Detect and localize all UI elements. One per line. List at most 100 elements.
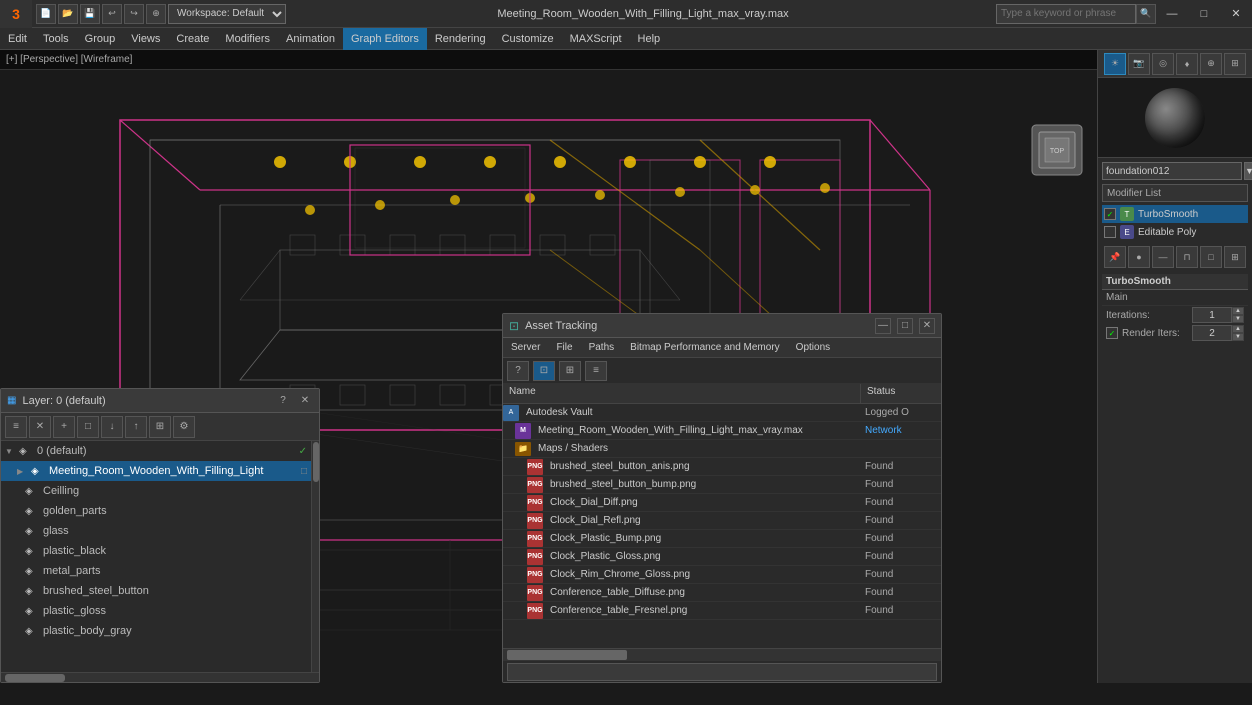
menu-tools[interactable]: Tools <box>35 28 77 50</box>
asset-list-btn[interactable]: ≡ <box>585 361 607 381</box>
asset-row-file3[interactable]: PNG Clock_Dial_Refl.png Found <box>503 512 941 530</box>
mod-vertex-btn[interactable]: ● <box>1128 246 1150 268</box>
rt-camera-btn[interactable]: 📷 <box>1128 53 1150 75</box>
search-input[interactable] <box>996 4 1136 24</box>
render-iters-down[interactable]: ▼ <box>1232 333 1244 341</box>
layers-move-down-btn[interactable]: ↓ <box>101 416 123 438</box>
asset-row-file0[interactable]: PNG brushed_steel_button_anis.png Found <box>503 458 941 476</box>
workspace-select[interactable]: Workspace: Default <box>168 4 286 24</box>
asset-row-file5[interactable]: PNG Clock_Plastic_Gloss.png Found <box>503 548 941 566</box>
modifier-dropdown-btn[interactable]: ▼ <box>1244 162 1252 180</box>
asset-menu-bitmap[interactable]: Bitmap Performance and Memory <box>622 338 788 358</box>
menu-rendering[interactable]: Rendering <box>427 28 494 50</box>
layers-list-btn[interactable]: ≡ <box>5 416 27 438</box>
layers-hscrollbar[interactable] <box>1 672 319 682</box>
layer-row-ceilling[interactable]: ◈ Ceilling <box>1 481 311 501</box>
layer-row-default[interactable]: ▼ ◈ 0 (default) ✓ <box>1 441 311 461</box>
layer-row-glass[interactable]: ◈ glass <box>1 521 311 541</box>
layer-row-plastic-body[interactable]: ◈ plastic_body_gray <box>1 621 311 641</box>
viewport[interactable]: [+] [Perspective] [Wireframe] Total Poly… <box>0 50 1097 683</box>
maximize-btn[interactable]: □ <box>1188 0 1220 28</box>
modifier-entry-turbosmooth[interactable]: ✓ T TurboSmooth <box>1102 205 1248 223</box>
iterations-input[interactable] <box>1192 307 1232 323</box>
asset-maximize-btn[interactable]: □ <box>897 318 913 334</box>
layers-header[interactable]: ▦ Layer: 0 (default) ? ✕ <box>1 389 319 413</box>
layers-close-btn[interactable]: ✕ <box>297 393 313 409</box>
mod-edge-btn[interactable]: — <box>1152 246 1174 268</box>
search-btn[interactable]: 🔍 <box>1136 4 1156 24</box>
layers-delete-btn[interactable]: ✕ <box>29 416 51 438</box>
asset-help-btn[interactable]: ? <box>507 361 529 381</box>
new-btn[interactable]: 📄 <box>36 4 56 24</box>
layer-row-brushed[interactable]: ◈ brushed_steel_button <box>1 581 311 601</box>
asset-row-maps[interactable]: 📁 Maps / Shaders <box>503 440 941 458</box>
asset-row-file6[interactable]: PNG Clock_Rim_Chrome_Gloss.png Found <box>503 566 941 584</box>
minimize-btn[interactable]: — <box>1156 0 1188 28</box>
asset-menu-server[interactable]: Server <box>503 338 548 358</box>
asset-close-btn[interactable]: ✕ <box>919 318 935 334</box>
modifier-entry-editablepoly[interactable]: E Editable Poly <box>1102 223 1248 241</box>
modifier-name-input[interactable] <box>1102 162 1242 180</box>
asset-minimize-btn[interactable]: — <box>875 318 891 334</box>
asset-hscrollbar[interactable] <box>503 648 941 660</box>
mod-element-btn[interactable]: ⊞ <box>1224 246 1246 268</box>
select-btn[interactable]: ⊕ <box>146 4 166 24</box>
asset-row-file1[interactable]: PNG brushed_steel_button_bump.png Found <box>503 476 941 494</box>
rt-space-btn[interactable]: ⊞ <box>1224 53 1246 75</box>
open-btn[interactable]: 📂 <box>58 4 78 24</box>
modifier-checkbox[interactable]: ✓ <box>1104 208 1116 220</box>
render-iters-input[interactable] <box>1192 325 1232 341</box>
menu-graph-editors[interactable]: Graph Editors <box>343 28 427 50</box>
asset-row-file7[interactable]: PNG Conference_table_Diffuse.png Found <box>503 584 941 602</box>
asset-header[interactable]: ⊡ Asset Tracking — □ ✕ <box>503 314 941 338</box>
layers-help-btn[interactable]: ? <box>275 393 291 409</box>
asset-vault-btn[interactable]: ⊡ <box>533 361 555 381</box>
rt-helper-btn[interactable]: ⊕ <box>1200 53 1222 75</box>
modifier-checkbox2[interactable] <box>1104 226 1116 238</box>
layers-add-btn[interactable]: + <box>53 416 75 438</box>
menu-animation[interactable]: Animation <box>278 28 343 50</box>
mod-border-btn[interactable]: ⊓ <box>1176 246 1198 268</box>
rt-light-btn[interactable]: ☀ <box>1104 53 1126 75</box>
close-btn[interactable]: ✕ <box>1220 0 1252 28</box>
rt-geo-btn[interactable]: ◎ <box>1152 53 1174 75</box>
asset-menu-paths[interactable]: Paths <box>581 338 623 358</box>
asset-row-file8[interactable]: PNG Conference_table_Fresnel.png Found <box>503 602 941 620</box>
nav-cube[interactable]: TOP <box>1027 120 1087 180</box>
asset-grid-btn[interactable]: ⊞ <box>559 361 581 381</box>
layer-row-plastic-black[interactable]: ◈ plastic_black <box>1 541 311 561</box>
layer-row-plastic-gloss[interactable]: ◈ plastic_gloss <box>1 601 311 621</box>
iterations-spinner[interactable]: ▲ ▼ <box>1232 307 1244 323</box>
menu-maxscript[interactable]: MAXScript <box>562 28 630 50</box>
render-iters-spinner[interactable]: ▲ ▼ <box>1232 325 1244 341</box>
menu-modifiers[interactable]: Modifiers <box>217 28 278 50</box>
menu-customize[interactable]: Customize <box>494 28 562 50</box>
col-name-header[interactable]: Name <box>503 384 861 403</box>
layers-select-btn[interactable]: □ <box>77 416 99 438</box>
asset-row-file2[interactable]: PNG Clock_Dial_Diff.png Found <box>503 494 941 512</box>
mod-poly-btn[interactable]: □ <box>1200 246 1222 268</box>
col-status-header[interactable]: Status <box>861 384 941 403</box>
save-btn[interactable]: 💾 <box>80 4 100 24</box>
redo-btn[interactable]: ↪ <box>124 4 144 24</box>
asset-row-file4[interactable]: PNG Clock_Plastic_Bump.png Found <box>503 530 941 548</box>
menu-create[interactable]: Create <box>168 28 217 50</box>
rt-shape-btn[interactable]: ♦ <box>1176 53 1198 75</box>
asset-row-maxfile[interactable]: M Meeting_Room_Wooden_With_Filling_Light… <box>503 422 941 440</box>
menu-help[interactable]: Help <box>630 28 669 50</box>
render-iters-up[interactable]: ▲ <box>1232 325 1244 333</box>
modifier-list-dropdown[interactable]: Modifier List <box>1102 184 1248 202</box>
render-iters-checkbox[interactable]: ✓ <box>1106 327 1118 339</box>
layers-scrollbar[interactable] <box>311 441 319 672</box>
layers-merge-btn[interactable]: ⊞ <box>149 416 171 438</box>
asset-path-input[interactable] <box>507 663 937 681</box>
asset-row-vault[interactable]: A Autodesk Vault Logged O <box>503 404 941 422</box>
menu-edit[interactable]: Edit <box>0 28 35 50</box>
layer-row-meeting[interactable]: ▶ ◈ Meeting_Room_Wooden_With_Filling_Lig… <box>1 461 311 481</box>
asset-menu-options[interactable]: Options <box>788 338 838 358</box>
menu-views[interactable]: Views <box>123 28 168 50</box>
iterations-down[interactable]: ▼ <box>1232 315 1244 323</box>
mod-pin-btn[interactable]: 📌 <box>1104 246 1126 268</box>
layer-row-golden[interactable]: ◈ golden_parts <box>1 501 311 521</box>
layers-move-up-btn[interactable]: ↑ <box>125 416 147 438</box>
